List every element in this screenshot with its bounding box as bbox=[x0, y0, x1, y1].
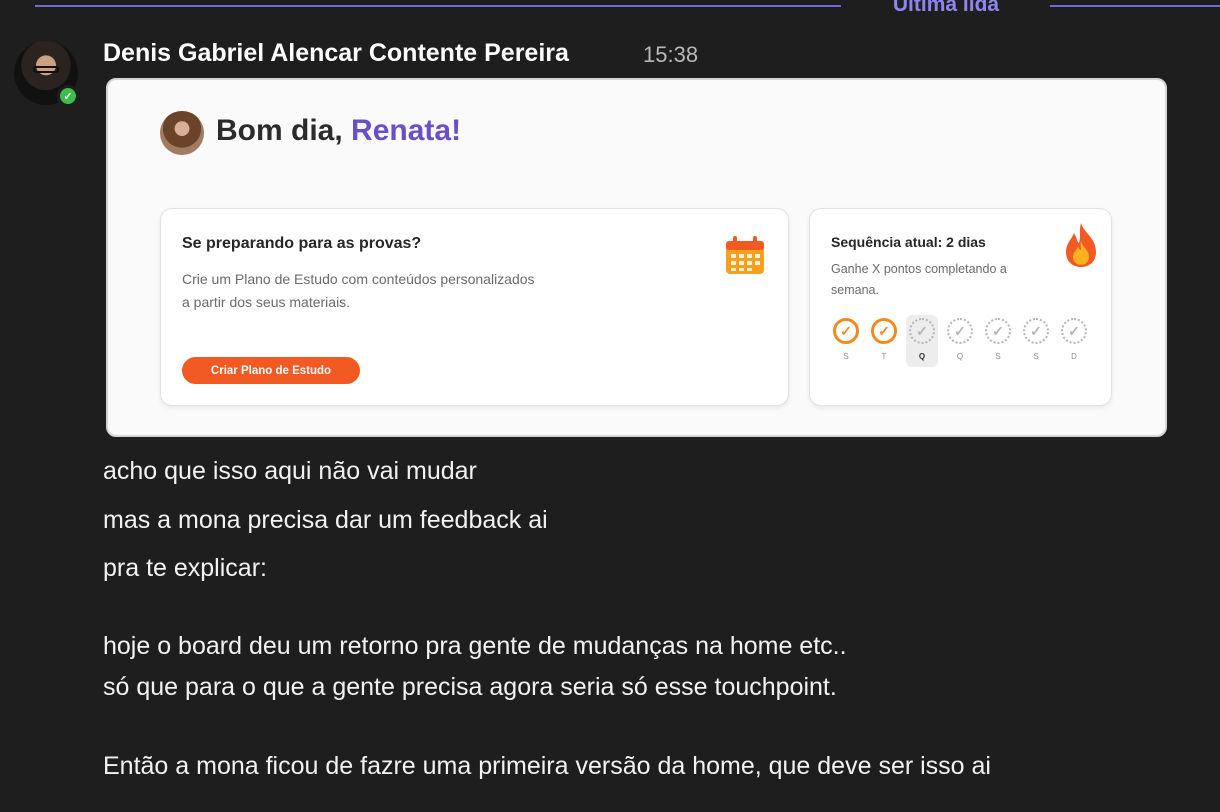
message-line: hoje o board deu um retorno pra gente de… bbox=[103, 632, 847, 660]
check-pending-icon: ✓ bbox=[947, 318, 973, 344]
message-line: acho que isso aqui não vai mudar bbox=[103, 457, 477, 485]
fire-icon bbox=[1066, 223, 1096, 267]
weekday-item: ✓ S bbox=[1020, 315, 1052, 367]
weekday-letter: S bbox=[1033, 352, 1039, 361]
unread-divider-line-left bbox=[35, 5, 841, 7]
streak-card-desc-line: Ganhe X pontos completando a bbox=[831, 262, 1007, 276]
weekday-item: ✓ T bbox=[868, 315, 900, 367]
message-line: mas a mona precisa dar um feedback ai bbox=[103, 506, 548, 534]
streak-card-description: Ganhe X pontos completando a semana. bbox=[831, 259, 1061, 301]
message-line: pra te explicar: bbox=[103, 554, 267, 582]
weekday-item: ✓ Q bbox=[906, 315, 938, 367]
study-card-title: Se preparando para as provas? bbox=[182, 235, 422, 252]
last-read-label: Última lida bbox=[892, 0, 1000, 16]
weekday-letter: T bbox=[881, 352, 887, 361]
image-attachment[interactable]: Bom dia, Renata! Se preparando para as p… bbox=[106, 78, 1167, 437]
message-timestamp: 15:38 bbox=[643, 42, 699, 67]
check-pending-icon: ✓ bbox=[1023, 318, 1049, 344]
weekday-letter: D bbox=[1071, 352, 1077, 361]
check-pending-icon: ✓ bbox=[985, 318, 1011, 344]
message-line: só que para o que a gente precisa agora … bbox=[103, 673, 837, 701]
study-plan-card: Se preparando para as provas? Crie um Pl… bbox=[160, 208, 789, 406]
streak-card-desc-line: semana. bbox=[831, 283, 879, 297]
weekday-letter: Q bbox=[956, 352, 964, 361]
greeting-heading: Bom dia, Renata! bbox=[216, 114, 461, 148]
greeting-user-name: Renata! bbox=[351, 114, 462, 147]
create-study-plan-button[interactable]: Criar Plano de Estudo bbox=[182, 357, 360, 384]
online-status-icon: ✓ bbox=[57, 85, 79, 107]
check-completed-icon: ✓ bbox=[833, 318, 859, 344]
sender-name[interactable]: Denis Gabriel Alencar Contente Pereira bbox=[103, 39, 569, 68]
unread-divider-line-right bbox=[1050, 5, 1220, 7]
study-card-desc-line: Crie um Plano de Estudo com conteúdos pe… bbox=[182, 271, 535, 287]
study-card-desc-line: a partir dos seus materiais. bbox=[182, 294, 351, 310]
check-completed-icon: ✓ bbox=[871, 318, 897, 344]
weekday-letter: S bbox=[843, 352, 849, 361]
user-avatar bbox=[160, 111, 204, 155]
calendar-icon bbox=[726, 236, 764, 274]
check-pending-icon: ✓ bbox=[909, 318, 935, 344]
weekday-item: ✓ D bbox=[1058, 315, 1090, 367]
weekday-item: ✓ S bbox=[982, 315, 1014, 367]
weekday-tracker: ✓ S ✓ T ✓ Q ✓ Q ✓ S ✓ S ✓ D bbox=[830, 315, 1100, 367]
greeting-text: Bom dia, bbox=[216, 114, 343, 147]
streak-card: Sequência atual: 2 dias Ganhe X pontos c… bbox=[809, 208, 1112, 406]
weekday-letter: S bbox=[995, 352, 1001, 361]
study-card-description: Crie um Plano de Estudo com conteúdos pe… bbox=[182, 268, 632, 314]
weekday-item: ✓ S bbox=[830, 315, 862, 367]
streak-card-title: Sequência atual: 2 dias bbox=[831, 234, 986, 250]
weekday-letter: Q bbox=[918, 352, 926, 361]
check-pending-icon: ✓ bbox=[1061, 318, 1087, 344]
message-line: Então a mona ficou de fazre uma primeira… bbox=[103, 752, 991, 780]
weekday-item: ✓ Q bbox=[944, 315, 976, 367]
